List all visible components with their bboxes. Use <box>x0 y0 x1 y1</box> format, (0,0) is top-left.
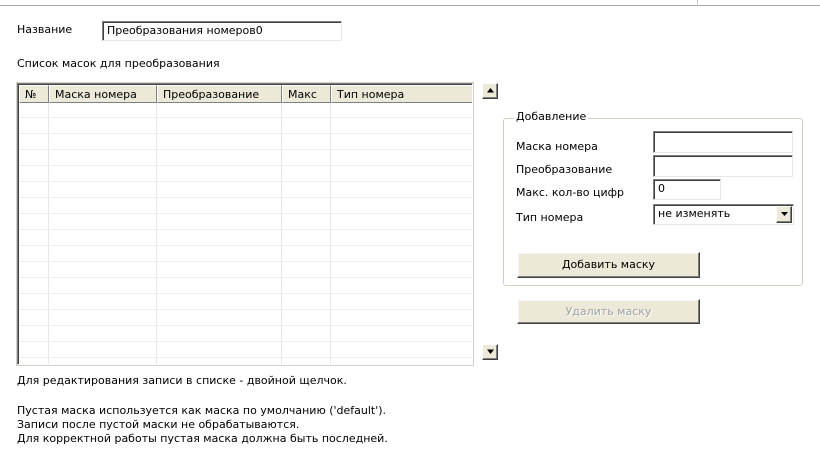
maxdigits-input[interactable]: 0 <box>653 179 721 200</box>
table-row-line <box>19 213 472 214</box>
table-row-line <box>19 117 472 118</box>
type-select[interactable]: не изменять <box>653 204 794 225</box>
column-header-max[interactable]: Макс <box>282 85 331 103</box>
table-header: № Маска номера Преобразование Макс Тип н… <box>19 85 472 103</box>
delete-mask-button[interactable]: Удалить маску <box>517 299 700 324</box>
top-divider <box>0 0 820 6</box>
chevron-down-icon <box>781 212 788 216</box>
table-row-line <box>19 277 472 278</box>
table-row-line <box>19 149 472 150</box>
table-row-line <box>19 165 472 166</box>
note-line-3: Для корректной работы пустая маска должн… <box>17 432 388 445</box>
table-row-line <box>19 341 472 342</box>
arrow-up-icon <box>487 88 494 93</box>
add-group-legend: Добавление <box>514 110 589 124</box>
mask-label: Маска номера <box>516 140 598 153</box>
column-header-transform[interactable]: Преобразование <box>157 85 282 103</box>
table-row-line <box>19 133 472 134</box>
table-row-line <box>19 245 472 246</box>
table-row-line <box>19 181 472 182</box>
maxdigits-label: Макс. кол-во цифр <box>516 186 625 199</box>
type-select-value: не изменять <box>658 207 731 220</box>
add-mask-button[interactable]: Добавить маску <box>517 252 700 278</box>
note-line-1: Пустая маска используется как маска по у… <box>17 404 387 417</box>
scroll-down-button[interactable] <box>482 344 498 360</box>
table-row-line <box>19 197 472 198</box>
mask-input[interactable] <box>653 131 793 153</box>
mask-table[interactable]: № Маска номера Преобразование Макс Тип н… <box>17 83 473 365</box>
table-row-line <box>19 325 472 326</box>
type-dropdown-button[interactable] <box>776 206 792 223</box>
transform-input[interactable] <box>653 155 793 177</box>
table-row-line <box>19 357 472 358</box>
arrow-down-icon <box>487 349 494 354</box>
scroll-up-button[interactable] <box>482 83 498 99</box>
name-label: Название <box>17 23 73 36</box>
table-row-line <box>19 293 472 294</box>
column-header-type[interactable]: Тип номера <box>331 85 472 103</box>
edit-hint: Для редактирования записи в списке - дво… <box>17 374 347 387</box>
type-label: Тип номера <box>516 211 584 224</box>
column-header-number[interactable]: № <box>19 85 49 103</box>
note-line-2: Записи после пустой маски не обрабатываю… <box>17 418 300 431</box>
table-row-line <box>19 229 472 230</box>
table-body[interactable] <box>19 103 472 364</box>
column-header-mask[interactable]: Маска номера <box>49 85 157 103</box>
name-input[interactable]: Преобразования номеров0 <box>102 21 342 41</box>
list-label: Список масок для преобразования <box>17 57 220 70</box>
table-row-line <box>19 309 472 310</box>
table-row-line <box>19 261 472 262</box>
transform-label: Преобразование <box>516 163 613 176</box>
